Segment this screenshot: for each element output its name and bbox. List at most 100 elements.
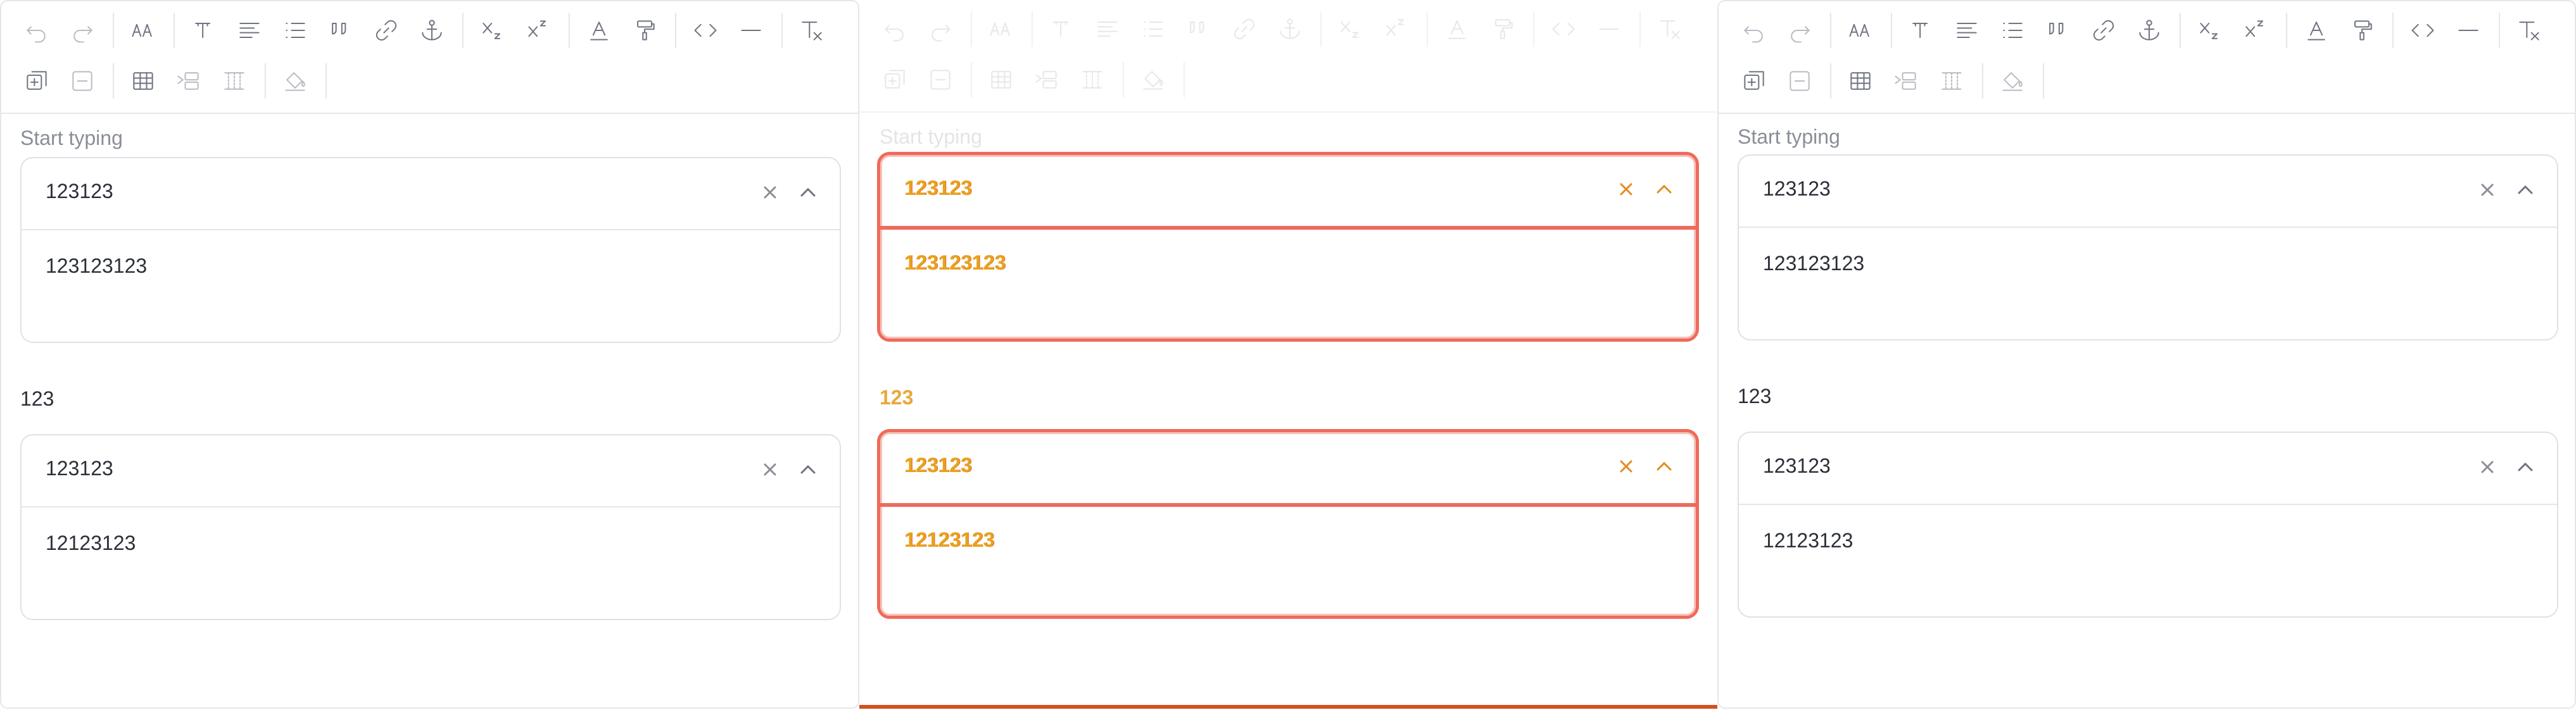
toolbar-separator xyxy=(569,13,570,48)
text-style-icon[interactable] xyxy=(1043,10,1081,48)
bullet-list-icon[interactable] xyxy=(276,11,314,49)
select-field-1[interactable]: 123123 123123123 xyxy=(20,157,841,343)
code-icon[interactable] xyxy=(2404,11,2442,49)
editor-content[interactable]: 12123123 xyxy=(1763,529,1853,552)
code-icon[interactable] xyxy=(1544,10,1582,48)
text-color-icon[interactable] xyxy=(2297,11,2335,49)
select-field-2[interactable]: 123123 12123123 xyxy=(877,429,1699,619)
select-header[interactable]: 123123 xyxy=(22,158,840,230)
text-style-icon[interactable] xyxy=(185,11,223,49)
remove-block-icon xyxy=(1781,62,1819,100)
table-icon[interactable] xyxy=(124,62,162,100)
link-icon[interactable] xyxy=(1225,10,1263,48)
editor-panel-right: Start typing 123123 123123123 123 123123… xyxy=(1717,0,2576,709)
toolbar-separator xyxy=(325,63,327,99)
table-icon[interactable] xyxy=(982,61,1020,99)
add-block-icon[interactable] xyxy=(1735,62,1773,100)
align-icon[interactable] xyxy=(1089,10,1127,48)
chevron-up-icon[interactable] xyxy=(1651,177,1677,202)
clear-format-icon[interactable] xyxy=(793,11,831,49)
bullet-list-icon[interactable] xyxy=(1134,10,1172,48)
align-icon[interactable] xyxy=(1948,11,1986,49)
select-field-1[interactable]: 123123 123123123 xyxy=(1738,154,2558,340)
quote-icon[interactable] xyxy=(322,11,360,49)
format-painter-icon[interactable] xyxy=(1484,10,1522,48)
format-painter-icon[interactable] xyxy=(626,11,664,49)
toolbar-separator xyxy=(113,63,114,99)
select-header[interactable]: 123123 xyxy=(880,155,1696,230)
horizontal-rule-icon[interactable] xyxy=(1590,10,1628,48)
superscript-icon[interactable] xyxy=(1377,10,1415,48)
superscript-icon[interactable] xyxy=(519,11,557,49)
quote-icon[interactable] xyxy=(1180,10,1218,48)
anchor-icon[interactable] xyxy=(2130,11,2168,49)
clear-icon[interactable] xyxy=(757,180,783,205)
font-size-icon[interactable] xyxy=(124,11,162,49)
toolbar-separator xyxy=(1320,11,1322,47)
add-block-icon[interactable] xyxy=(18,62,56,100)
clear-icon[interactable] xyxy=(1613,177,1639,202)
subscript-icon[interactable] xyxy=(474,11,512,49)
text-color-icon[interactable] xyxy=(580,11,618,49)
anchor-icon[interactable] xyxy=(413,11,451,49)
toolbar-row-2 xyxy=(1735,56,2054,106)
insert-column-icon xyxy=(1933,62,1971,100)
subscript-icon[interactable] xyxy=(1332,10,1370,48)
fill-color-icon xyxy=(1134,61,1172,99)
select-header[interactable]: 123123 xyxy=(880,432,1696,507)
font-size-icon[interactable] xyxy=(982,10,1020,48)
bullet-list-icon[interactable] xyxy=(1993,11,2031,49)
redo-icon xyxy=(1781,11,1819,49)
quote-icon[interactable] xyxy=(2039,11,2077,49)
clear-icon[interactable] xyxy=(2475,454,2500,480)
horizontal-rule-icon[interactable] xyxy=(732,11,770,49)
editor-content[interactable]: 12123123 xyxy=(904,528,994,552)
chevron-up-icon[interactable] xyxy=(795,180,821,205)
toolbar-separator xyxy=(1184,62,1185,97)
selected-value: 123123 xyxy=(46,457,113,480)
text-style-icon[interactable] xyxy=(1902,11,1940,49)
clear-format-icon[interactable] xyxy=(1651,10,1689,48)
toolbar-row-1 xyxy=(18,5,838,56)
select-field-1[interactable]: 123123 123123123 xyxy=(877,152,1699,342)
chevron-up-icon[interactable] xyxy=(795,457,821,482)
clear-icon[interactable] xyxy=(757,457,783,482)
undo-icon xyxy=(1735,11,1773,49)
link-icon[interactable] xyxy=(2085,11,2123,49)
superscript-icon[interactable] xyxy=(2237,11,2275,49)
chevron-up-icon[interactable] xyxy=(1651,454,1677,479)
toolbar-separator xyxy=(1830,13,1831,48)
table-icon[interactable] xyxy=(1841,62,1879,100)
remove-block-icon xyxy=(921,61,959,99)
select-field-2[interactable]: 123123 12123123 xyxy=(20,434,841,620)
field-label-123: 123 xyxy=(1738,385,1772,408)
add-block-icon[interactable] xyxy=(876,61,914,99)
text-color-icon[interactable] xyxy=(1438,10,1476,48)
editor-content[interactable]: 123123123 xyxy=(46,254,147,278)
toolbar-separator xyxy=(971,11,972,47)
code-icon[interactable] xyxy=(686,11,724,49)
select-header[interactable]: 123123 xyxy=(22,435,840,508)
clear-format-icon[interactable] xyxy=(2510,11,2548,49)
editor-content[interactable]: 12123123 xyxy=(46,532,136,555)
select-header[interactable]: 123123 xyxy=(1739,156,2557,228)
toolbar-separator xyxy=(675,13,676,48)
chevron-up-icon[interactable] xyxy=(2513,177,2538,202)
select-header[interactable]: 123123 xyxy=(1739,433,2557,505)
clear-icon[interactable] xyxy=(2475,177,2500,202)
format-painter-icon[interactable] xyxy=(2343,11,2381,49)
editor-content[interactable]: 123123123 xyxy=(1763,252,1864,275)
select-field-2[interactable]: 123123 12123123 xyxy=(1738,432,2558,618)
editor-panel-diff: Start typing 123123 123123123 123 123123… xyxy=(859,0,1717,709)
undo-icon xyxy=(18,11,56,49)
redo-icon xyxy=(63,11,101,49)
font-size-icon[interactable] xyxy=(1841,11,1879,49)
clear-icon[interactable] xyxy=(1613,454,1639,479)
chevron-up-icon[interactable] xyxy=(2513,454,2538,480)
anchor-icon[interactable] xyxy=(1271,10,1309,48)
editor-content[interactable]: 123123123 xyxy=(904,251,1006,275)
align-icon[interactable] xyxy=(230,11,268,49)
link-icon[interactable] xyxy=(367,11,405,49)
subscript-icon[interactable] xyxy=(2191,11,2229,49)
horizontal-rule-icon[interactable] xyxy=(2449,11,2487,49)
